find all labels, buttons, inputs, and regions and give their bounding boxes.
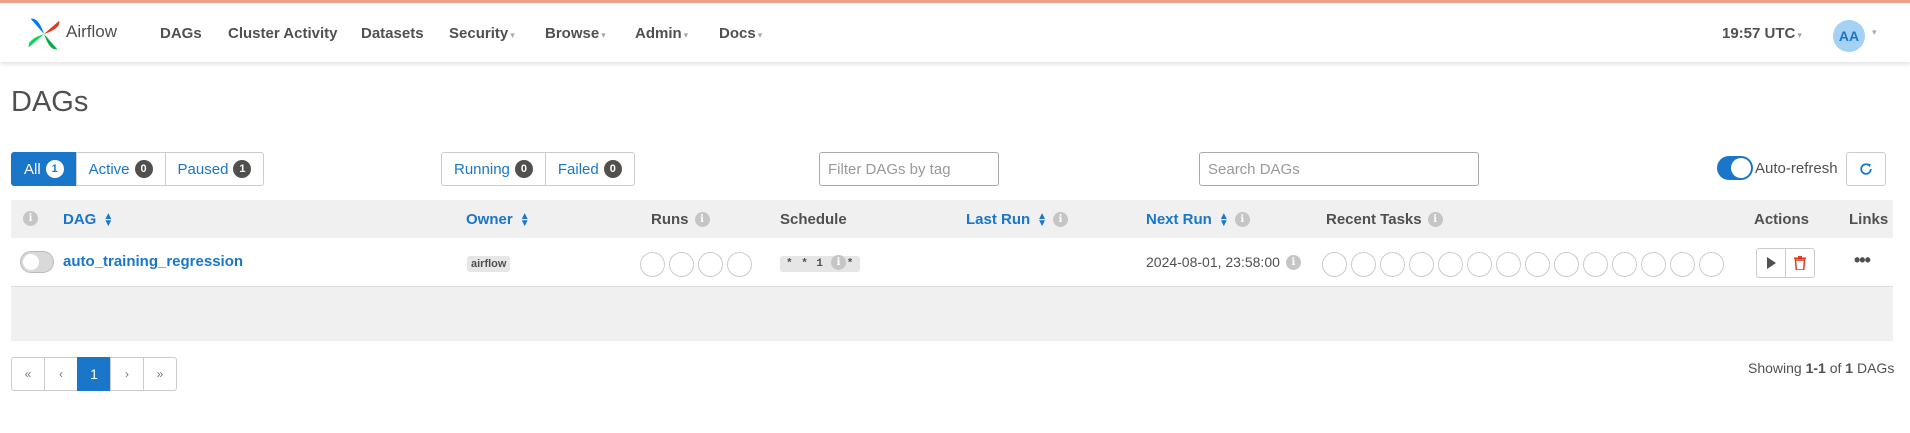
- search-dags-input[interactable]: Search DAGs: [1199, 152, 1479, 186]
- col-next-run[interactable]: Next Run ▲ ▼ i: [1146, 211, 1250, 228]
- task-status-circle[interactable]: [1583, 252, 1608, 277]
- col-schedule: Schedule: [780, 211, 847, 228]
- tag-filter-input[interactable]: Filter DAGs by tag: [819, 152, 999, 186]
- schedule-tag[interactable]: * * 1 * *: [780, 256, 861, 272]
- count-badge: 0: [134, 160, 153, 178]
- count-badge: 0: [514, 160, 533, 178]
- nav-dags[interactable]: DAGs: [160, 25, 202, 42]
- filter-paused-button[interactable]: Paused 1: [164, 152, 265, 186]
- col-owner[interactable]: Owner ▲ ▼: [466, 211, 530, 228]
- refresh-icon: [1860, 163, 1872, 175]
- task-status-circle[interactable]: [1525, 252, 1550, 277]
- chevron-down-icon: ▾: [757, 30, 763, 40]
- col-last-run[interactable]: Last Run ▲ ▼ i: [966, 210, 1069, 229]
- top-navbar: Airflow DAGs Cluster Activity Datasets S…: [0, 0, 1910, 62]
- nav-admin[interactable]: Admin ▾: [635, 25, 688, 42]
- col-dag[interactable]: DAG ▲ ▼: [63, 211, 113, 228]
- filter-active-button[interactable]: Active 0: [75, 152, 166, 186]
- showing-summary: Showing 1-1 of 1 DAGs: [1748, 360, 1895, 376]
- page-1-button[interactable]: 1: [77, 357, 111, 391]
- info-icon[interactable]: i: [694, 212, 710, 227]
- play-icon: [1767, 257, 1776, 269]
- info-icon[interactable]: i: [831, 255, 846, 270]
- table-header: i DAG ▲ ▼ Owner ▲ ▼ Runs i Schedule Last Run ▲…: [11, 200, 1893, 238]
- task-status-circle[interactable]: [1380, 252, 1405, 277]
- filter-all-button[interactable]: All 1: [11, 152, 77, 186]
- auto-refresh-toggle[interactable]: [1717, 156, 1753, 180]
- task-status-circle[interactable]: [1322, 252, 1347, 277]
- clock-dropdown[interactable]: 19:57 UTC ▾: [1722, 25, 1802, 42]
- prev-page-button[interactable]: ‹: [44, 357, 78, 391]
- task-status-circle[interactable]: [1554, 252, 1579, 277]
- trigger-dag-button[interactable]: [1756, 248, 1786, 278]
- user-avatar[interactable]: AA: [1833, 20, 1865, 52]
- run-status-circle[interactable]: [698, 252, 723, 277]
- info-icon[interactable]: i: [1285, 254, 1301, 270]
- info-icon: i: [23, 211, 38, 226]
- filter-failed-button[interactable]: Failed 0: [544, 152, 635, 186]
- sort-icon: ▲ ▼: [1218, 210, 1229, 229]
- more-icon[interactable]: •••: [1854, 250, 1871, 271]
- count-badge: 1: [233, 160, 252, 178]
- refresh-button[interactable]: [1846, 152, 1886, 186]
- col-recent-tasks: Recent Tasks i: [1326, 211, 1443, 228]
- count-badge: 1: [45, 160, 64, 178]
- run-status-circle[interactable]: [727, 252, 752, 277]
- col-runs: Runs i: [651, 211, 710, 228]
- task-status-circle[interactable]: [1467, 252, 1492, 277]
- count-badge: 0: [603, 160, 622, 178]
- sort-icon: ▲ ▼: [519, 210, 530, 229]
- chevron-down-icon: ▾: [683, 30, 689, 40]
- run-state-filter-group: Running 0 Failed 0: [441, 152, 635, 186]
- trash-icon: [1794, 256, 1806, 270]
- sort-icon: ▲ ▼: [1037, 210, 1048, 229]
- info-icon[interactable]: i: [1234, 212, 1250, 227]
- bulk-info[interactable]: i: [23, 211, 38, 226]
- first-page-button[interactable]: «: [11, 357, 45, 391]
- task-status-circle[interactable]: [1699, 252, 1724, 277]
- nav-docs[interactable]: Docs ▾: [719, 25, 762, 42]
- chevron-down-icon: ▾: [1797, 30, 1802, 40]
- pagination: « ‹ 1 › »: [11, 357, 177, 391]
- brand-name: Airflow: [66, 22, 118, 41]
- table-empty-band: [11, 287, 1893, 341]
- filter-running-button[interactable]: Running 0: [441, 152, 546, 186]
- col-actions: Actions: [1754, 211, 1810, 228]
- task-status-circle[interactable]: [1641, 252, 1666, 277]
- nav-cluster-activity[interactable]: Cluster Activity: [228, 25, 337, 42]
- task-status-circle[interactable]: [1496, 252, 1521, 277]
- nav-datasets[interactable]: Datasets: [361, 25, 424, 42]
- dag-pause-toggle[interactable]: [20, 251, 54, 273]
- run-status-circle[interactable]: [669, 252, 694, 277]
- next-run-value: 2024-08-01, 23:58:00 i: [1146, 254, 1301, 270]
- owner-tag[interactable]: airflow: [467, 256, 511, 272]
- task-status-circle[interactable]: [1670, 252, 1695, 277]
- chevron-down-icon: ▾: [1872, 27, 1877, 37]
- dag-link[interactable]: auto_training_regression: [63, 253, 243, 270]
- page-title: DAGs: [11, 86, 89, 118]
- delete-dag-button[interactable]: [1785, 248, 1815, 278]
- status-filter-group: All 1 Active 0 Paused 1: [11, 152, 265, 186]
- info-icon[interactable]: i: [1427, 212, 1443, 227]
- next-page-button[interactable]: ›: [110, 357, 144, 391]
- chevron-down-icon: ▾: [601, 30, 606, 40]
- nav-browse[interactable]: Browse ▾: [545, 25, 606, 42]
- task-status-circle[interactable]: [1351, 252, 1376, 277]
- brand-link[interactable]: Airflow: [25, 15, 117, 53]
- nav-security[interactable]: Security ▾: [449, 25, 515, 42]
- task-status-circle[interactable]: [1612, 252, 1637, 277]
- table-row: auto_training_regression airflow * * 1 *…: [11, 238, 1893, 287]
- auto-refresh-label: Auto-refresh: [1755, 160, 1838, 177]
- airflow-logo-icon: [28, 18, 60, 50]
- sort-icon: ▲ ▼: [103, 210, 114, 229]
- last-page-button[interactable]: »: [143, 357, 177, 391]
- task-status-circle[interactable]: [1438, 252, 1463, 277]
- run-status-circle[interactable]: [640, 252, 665, 277]
- task-status-circle[interactable]: [1409, 252, 1434, 277]
- info-icon[interactable]: i: [1053, 212, 1069, 227]
- chevron-down-icon: ▾: [510, 30, 515, 40]
- col-links: Links: [1849, 211, 1889, 228]
